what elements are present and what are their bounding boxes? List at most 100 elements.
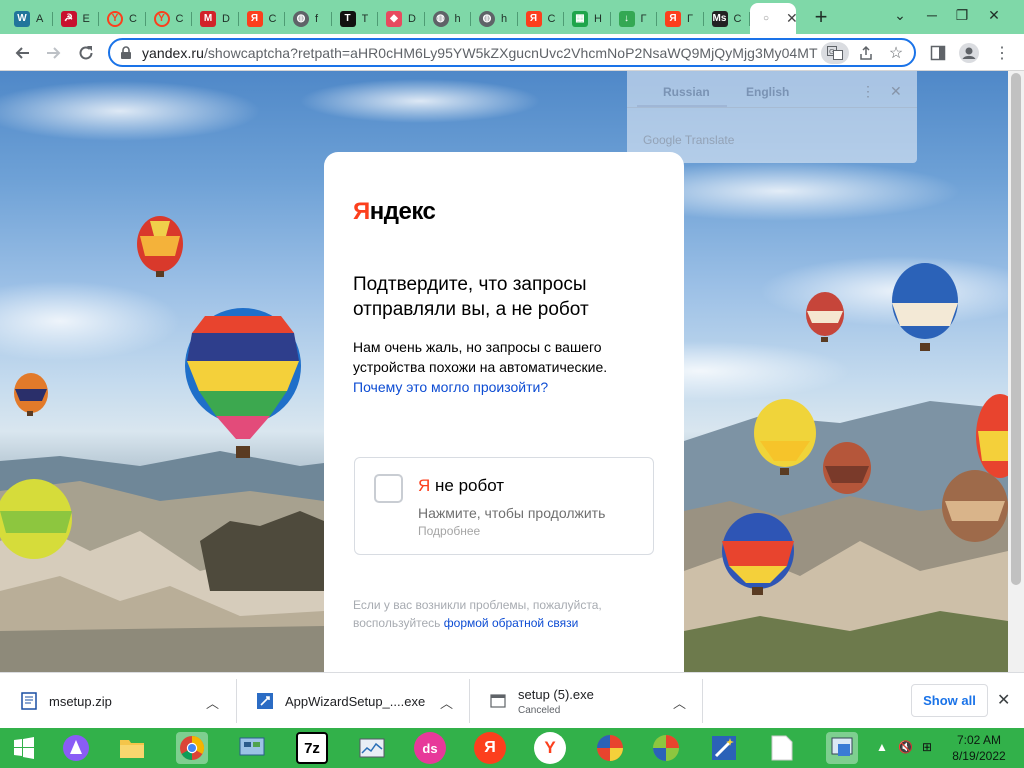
chevron-up-icon[interactable]: ︿ bbox=[673, 693, 686, 712]
tab-title: C bbox=[547, 12, 556, 25]
tab-title: C bbox=[175, 12, 184, 25]
back-button[interactable] bbox=[8, 39, 36, 67]
tab-title: h bbox=[454, 12, 461, 25]
scrollbar-thumb[interactable] bbox=[1011, 73, 1021, 585]
tab-title: C bbox=[129, 12, 137, 25]
share-icon[interactable] bbox=[854, 42, 878, 64]
chevron-up-icon[interactable]: ︿ bbox=[206, 693, 219, 712]
translate-page-icon[interactable]: G bbox=[821, 42, 849, 64]
side-panel-icon[interactable] bbox=[924, 39, 952, 67]
divider bbox=[627, 107, 917, 108]
browser-tab[interactable]: TT bbox=[332, 3, 379, 34]
tab-title: h bbox=[501, 12, 508, 25]
download-bar: msetup.zip ︿ AppWizardSetup_....exe ︿ se… bbox=[0, 672, 1024, 728]
translate-brand: Google Translate bbox=[643, 133, 735, 147]
not-robot-label[interactable]: Я не робот bbox=[418, 476, 504, 496]
more-info-link[interactable]: Подробнее bbox=[418, 524, 480, 538]
windows-icon: ▦ bbox=[572, 10, 588, 27]
colorful-ball-icon[interactable] bbox=[650, 732, 682, 764]
wizard-wand-icon[interactable] bbox=[708, 732, 740, 764]
menu-kebab-icon[interactable]: ⋮ bbox=[988, 39, 1016, 67]
document-icon[interactable] bbox=[766, 732, 798, 764]
browser-tab[interactable]: Ms C bbox=[704, 3, 751, 34]
tab-title: T bbox=[361, 12, 369, 25]
file-explorer-icon[interactable] bbox=[116, 732, 148, 764]
not-robot-checkbox[interactable] bbox=[374, 474, 403, 503]
resource-monitor-icon[interactable] bbox=[356, 732, 388, 764]
translate-tab-russian[interactable]: Russian bbox=[663, 85, 710, 99]
feedback-form-link[interactable]: формой обратной связи bbox=[444, 616, 579, 630]
close-window-icon[interactable]: ✕ bbox=[978, 0, 1010, 30]
speaker-muted-icon[interactable]: 🔇 bbox=[898, 740, 913, 754]
new-tab-button[interactable]: + bbox=[808, 4, 834, 30]
windows-start-icon[interactable] bbox=[8, 732, 40, 764]
translate-popup: Russian English ⋮ ✕ Google Translate bbox=[627, 71, 917, 163]
show-all-button[interactable]: Show all bbox=[911, 684, 988, 717]
tab-title: D bbox=[408, 12, 416, 25]
download-item[interactable]: msetup.zip ︿ bbox=[0, 673, 236, 729]
setup-window-icon[interactable] bbox=[826, 732, 858, 764]
browser-tab[interactable]: ◍ h bbox=[471, 3, 518, 34]
captcha-description: Нам очень жаль, но запросы с вашего устр… bbox=[353, 339, 608, 395]
browser-tab[interactable]: ○O✕ bbox=[750, 3, 798, 34]
not-robot-widget[interactable]: Я не робот Нажмите, чтобы продолжить Под… bbox=[354, 457, 654, 555]
captcha-card: Яндекс Подтвердите, что запросы отправля… bbox=[324, 152, 684, 672]
forward-button[interactable] bbox=[40, 39, 68, 67]
download-filename: AppWizardSetup_....exe bbox=[285, 693, 426, 709]
globe-icon: ◍ bbox=[479, 10, 495, 27]
download-filename: msetup.zip bbox=[49, 693, 112, 709]
close-icon[interactable]: ✕ bbox=[890, 83, 902, 100]
browser-tab[interactable]: MD bbox=[192, 3, 239, 34]
ms-icon: Ms bbox=[711, 10, 728, 27]
control-panel-icon[interactable] bbox=[236, 732, 268, 764]
page-title: Подтвердите, что запросы отправляли вы, … bbox=[353, 274, 589, 320]
zip-file-icon bbox=[20, 692, 38, 710]
yandex-icon[interactable]: Я bbox=[474, 732, 506, 764]
browser-tab[interactable]: ЯГ bbox=[657, 3, 704, 34]
minimize-icon[interactable]: ─ bbox=[916, 0, 948, 30]
show-hidden-icons-icon[interactable]: ▲ bbox=[876, 740, 888, 754]
browser-tab[interactable]: ↓ Г bbox=[611, 3, 658, 34]
address-bar[interactable]: yandex.ru/showcaptcha?retpath=aHR0cHM6Ly… bbox=[108, 38, 916, 67]
reload-button[interactable] bbox=[72, 39, 100, 67]
clock[interactable]: 7:02 AM 8/19/2022 bbox=[950, 732, 1008, 764]
why-link[interactable]: Почему это могло произойти? bbox=[353, 379, 548, 395]
installer-icon bbox=[256, 692, 274, 710]
yandex-browser-icon: Y bbox=[153, 10, 170, 27]
bookmark-star-icon[interactable]: ☆ bbox=[884, 42, 908, 64]
translate-tab-english[interactable]: English bbox=[746, 85, 789, 99]
browser-tab[interactable]: ЯC bbox=[239, 3, 286, 34]
restore-icon[interactable]: ❐ bbox=[946, 0, 978, 30]
loading-icon: ○ bbox=[762, 13, 770, 24]
page-scrollbar[interactable] bbox=[1008, 71, 1024, 672]
chevron-up-icon[interactable]: ︿ bbox=[440, 693, 453, 712]
browser-tab[interactable]: ◍ f bbox=[285, 3, 332, 34]
colorful-ball-icon[interactable] bbox=[594, 732, 626, 764]
ds-app-icon[interactable]: ds bbox=[414, 732, 446, 764]
more-options-icon[interactable]: ⋮ bbox=[861, 83, 875, 100]
yandex-logo[interactable]: Яндекс bbox=[353, 198, 436, 226]
browser-tab[interactable]: WA bbox=[6, 3, 53, 34]
network-icon[interactable]: ⊞ bbox=[922, 740, 932, 754]
help-text: Если у вас возникли проблемы, пожалуйста… bbox=[353, 598, 602, 630]
download-item[interactable]: setup (5).exe Canceled ︿ bbox=[469, 673, 702, 729]
profile-avatar[interactable] bbox=[955, 39, 983, 67]
browser-tab[interactable]: YC bbox=[146, 3, 193, 34]
url-text[interactable]: yandex.ru/showcaptcha?retpath=aHR0cHM6Ly… bbox=[142, 45, 818, 61]
lock-icon[interactable] bbox=[120, 46, 132, 65]
browser-tab[interactable]: ◆ D bbox=[378, 3, 425, 34]
browser-tab[interactable]: ▦ H bbox=[564, 3, 611, 34]
chrome-icon[interactable] bbox=[176, 732, 208, 764]
alice-assistant-icon[interactable] bbox=[60, 732, 92, 764]
browser-tab[interactable]: ЯC bbox=[518, 3, 565, 34]
browser-tab[interactable]: YC bbox=[99, 3, 146, 34]
7zip-icon[interactable]: 7z bbox=[296, 732, 328, 764]
tab-search-icon[interactable]: ⌄ bbox=[884, 0, 916, 30]
download-item[interactable]: AppWizardSetup_....exe ︿ bbox=[236, 673, 469, 729]
browser-tab[interactable]: ◍ h bbox=[425, 3, 472, 34]
browser-tab[interactable]: ☭ E bbox=[53, 3, 100, 34]
close-download-bar-icon[interactable]: ✕ bbox=[997, 690, 1010, 710]
yandex-browser-icon[interactable]: Y bbox=[534, 732, 566, 764]
clock-date: 8/19/2022 bbox=[952, 749, 1006, 763]
close-tab-icon[interactable]: ✕ bbox=[786, 10, 798, 27]
